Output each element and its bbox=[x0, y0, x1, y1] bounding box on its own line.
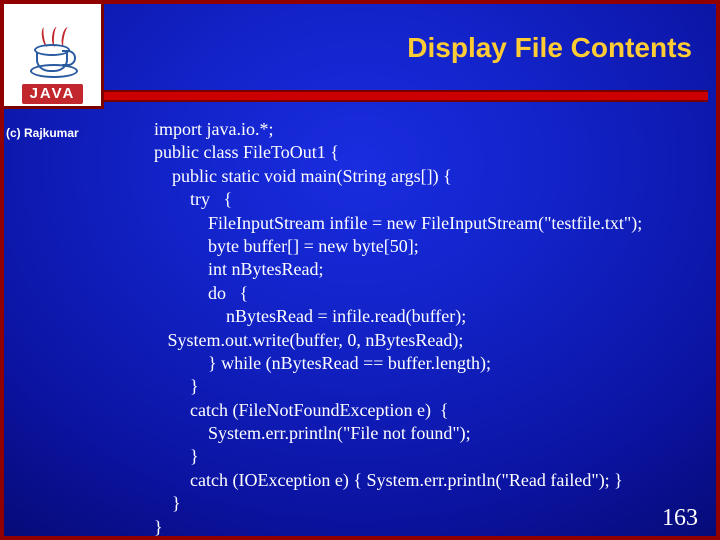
page-number: 163 bbox=[662, 505, 698, 532]
slide: JAVA (c) Rajkumar Display File Contents … bbox=[0, 0, 720, 540]
java-cup-icon bbox=[28, 33, 78, 78]
divider-bar bbox=[104, 90, 708, 102]
slide-title: Display File Contents bbox=[407, 32, 692, 64]
java-logo: JAVA bbox=[4, 4, 104, 109]
code-block: import java.io.*; public class FileToOut… bbox=[154, 118, 686, 539]
copyright-text: (c) Rajkumar bbox=[6, 126, 79, 140]
java-logo-text: JAVA bbox=[22, 84, 84, 104]
